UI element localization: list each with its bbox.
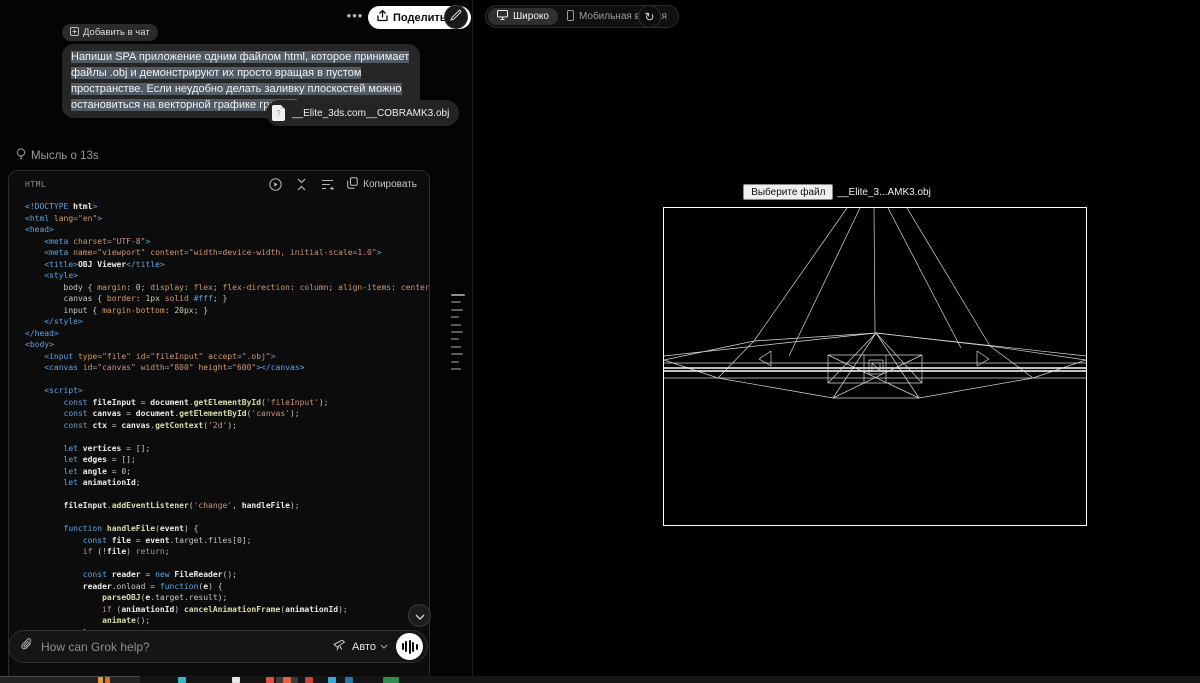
taskbar-app-icon-7[interactable] [283,677,291,683]
taskbar-app-icon-5[interactable] [266,677,274,683]
choose-file-button[interactable]: Выберите файл [743,184,834,200]
code-block-header: HTML Копировать [9,171,429,197]
wireframe-model [664,208,1086,399]
chat-input[interactable] [41,639,334,654]
chevron-down-icon [415,607,425,625]
add-to-chat-label: Добавить в чат [83,27,150,38]
scroll-to-bottom-button[interactable] [408,604,431,627]
code-block: HTML Копировать <!DOCTYPE html> <html la… [8,170,430,683]
voice-mode-button[interactable] [396,633,423,660]
code-content[interactable]: <!DOCTYPE html> <html lang="en"> <head> <m… [9,197,429,650]
monitor-icon [497,10,508,23]
thought-duration-toggle[interactable]: Мысль о 13s [16,148,99,164]
obj-viewer-canvas[interactable] [663,207,1087,526]
grok-app-window: ••• Поделиться Добавить в чат Напиши SPA… [0,0,1200,683]
code-language-label: HTML [25,179,47,189]
scroll-position-indicator[interactable] [451,294,467,375]
more-options-button[interactable]: ••• [346,8,364,26]
telescope-icon[interactable] [333,638,346,656]
preview-panel: Широко Мобильная версия ↻ Выберите файл … [472,0,1200,676]
refresh-preview-button[interactable]: ↻ [638,5,661,28]
run-code-icon[interactable] [269,177,282,191]
file-icon: ? [272,105,285,121]
attachment-chip[interactable]: ? __Elite_3ds.com__COBRAMK3.obj [266,100,460,126]
copy-code-button[interactable]: Копировать [347,176,417,192]
model-mode-selector[interactable]: Авто [352,641,388,653]
chat-panel: ••• Поделиться Добавить в чат Напиши SPA… [0,0,472,683]
tab-wide-label: Широко [513,11,549,22]
chevron-down-icon [380,644,388,649]
taskbar-active-window[interactable] [0,676,140,683]
taskbar-app-icon-10[interactable] [345,677,353,683]
taskbar-app-icon-1[interactable] [98,677,103,683]
collapse-code-icon[interactable] [295,178,308,191]
taskbar-app-icon-9[interactable] [328,677,336,683]
share-icon [377,9,388,25]
copy-icon [347,176,358,192]
copy-code-label: Копировать [363,178,417,190]
taskbar-app-icon-11[interactable] [383,677,399,683]
taskbar-app-icon-2[interactable] [105,677,110,683]
thought-label: Мысль о 13s [31,150,99,162]
attach-file-icon[interactable] [21,637,33,656]
mode-label: Авто [352,640,376,653]
taskbar-app-icon-3[interactable] [178,677,186,683]
tab-wide-view[interactable]: Широко [488,8,558,25]
phone-icon [566,9,574,24]
os-taskbar[interactable] [0,676,1200,683]
edit-pencil-icon [450,8,462,26]
message-composer: Авто [8,630,428,663]
new-chat-button[interactable] [444,5,468,29]
attachment-filename: __Elite_3ds.com__COBRAMK3.obj [292,107,450,119]
wrap-lines-icon[interactable] [321,178,335,191]
obj-file-input: Выберите файл __Elite_3...AMK3.obj [473,184,1200,200]
lightbulb-icon [16,148,26,164]
add-to-chat-icon [70,26,79,39]
taskbar-app-icon-8[interactable] [305,677,313,683]
chosen-file-name: __Elite_3...AMK3.obj [837,186,931,198]
taskbar-app-icon-4[interactable] [232,677,240,683]
add-to-chat-button[interactable]: Добавить в чат [62,24,158,41]
